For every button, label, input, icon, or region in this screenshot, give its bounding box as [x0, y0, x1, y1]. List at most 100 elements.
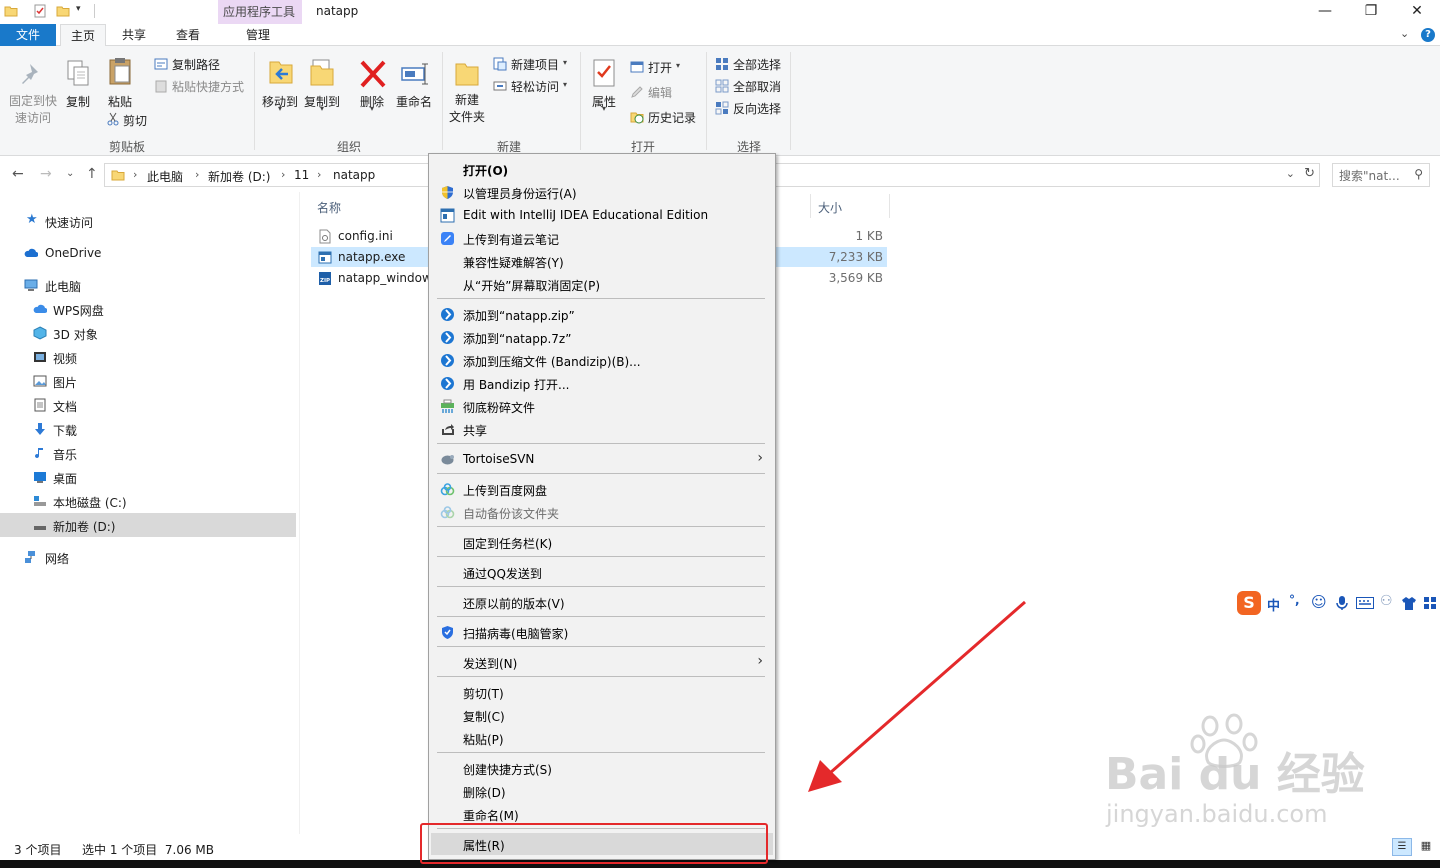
pane-splitter[interactable] [299, 192, 300, 834]
nav-item-label: 网络 [45, 552, 70, 566]
column-divider[interactable] [810, 194, 811, 218]
cube-icon [33, 326, 47, 340]
forward-arrow-icon[interactable]: → [40, 166, 52, 182]
menu-item-share[interactable]: 共享 [431, 418, 773, 440]
menu-item-open-bandizip[interactable]: 用 Bandizip 打开... [431, 372, 773, 394]
menu-item-upload-youdao[interactable]: 上传到有道云笔记 [431, 227, 773, 249]
nav-item-downloads[interactable]: 下载 [0, 417, 296, 441]
menu-item-add-archive-bandizip[interactable]: 添加到压缩文件 (Bandizip)(B)... [431, 349, 773, 371]
maximize-button[interactable]: ❐ [1348, 0, 1394, 24]
column-header-size[interactable]: 大小 [818, 199, 842, 216]
nav-item-music[interactable]: 音乐 [0, 441, 296, 465]
menu-item-send-qq[interactable]: 通过QQ发送到 [431, 561, 773, 583]
tools-grid-icon[interactable] [1423, 596, 1437, 610]
breadcrumb-separator-icon[interactable]: › [317, 168, 321, 181]
tab-home[interactable]: 主页 [60, 24, 106, 47]
star-icon: ★ [26, 212, 38, 227]
up-arrow-icon[interactable]: ↑ [86, 166, 98, 182]
nav-item-drive-c[interactable]: 本地磁盘 (C:) [0, 489, 296, 513]
recent-locations-icon[interactable]: ⌄ [66, 168, 74, 179]
nav-item-drive-d[interactable]: 新加卷 (D:) [0, 513, 296, 537]
help-icon[interactable]: ? [1421, 28, 1435, 42]
intellij-icon [440, 208, 455, 223]
minimize-button[interactable]: — [1302, 0, 1348, 24]
menu-item-auto-backup[interactable]: 自动备份该文件夹 [431, 501, 773, 523]
nav-item-onedrive[interactable]: OneDrive [0, 241, 296, 265]
quick-access-dropdown-icon[interactable]: ▾ [76, 4, 81, 14]
submenu-arrow-icon: › [757, 653, 763, 669]
breadcrumb-separator-icon[interactable]: › [195, 168, 199, 181]
menu-item-delete[interactable]: 删除(D) [431, 780, 773, 802]
menu-item-scan-virus[interactable]: 扫描病毒(电脑管家) [431, 621, 773, 643]
close-button[interactable]: ✕ [1394, 0, 1440, 24]
nav-item-quick-access[interactable]: ★ 快速访问 [0, 209, 296, 233]
tab-share[interactable]: 共享 [110, 24, 158, 46]
breadcrumb-drive-d[interactable]: 新加卷 (D:) [208, 168, 270, 185]
new-folder-icon[interactable] [56, 4, 70, 18]
address-history-dropdown-icon[interactable]: ⌄ [1286, 167, 1295, 180]
ime-mode-toggle[interactable]: 中 [1267, 595, 1280, 614]
column-divider[interactable] [889, 194, 890, 218]
search-input[interactable]: 搜索"nat... ⚲ [1332, 163, 1430, 187]
keyboard-icon[interactable] [1356, 597, 1374, 609]
menu-item-paste[interactable]: 粘贴(P) [431, 727, 773, 749]
sogou-logo-icon[interactable]: S [1237, 591, 1261, 615]
svg-text:ZIP: ZIP [320, 278, 330, 284]
menu-item-restore-versions[interactable]: 还原以前的版本(V) [431, 591, 773, 613]
drive-icon [34, 526, 46, 530]
menu-item-tortoisesvn[interactable]: TortoiseSVN › [431, 448, 773, 470]
move-to-icon [269, 61, 293, 84]
menu-item-label: 复制(C) [463, 710, 505, 724]
menu-item-pin-taskbar[interactable]: 固定到任务栏(K) [431, 531, 773, 553]
tab-manage[interactable]: 管理 [230, 24, 286, 46]
nav-item-this-pc[interactable]: 此电脑 [0, 273, 296, 297]
refresh-icon[interactable]: ↻ [1304, 166, 1315, 181]
nav-item-network[interactable]: 网络 [0, 545, 296, 569]
menu-item-copy[interactable]: 复制(C) [431, 704, 773, 726]
tab-view[interactable]: 查看 [164, 24, 212, 46]
menu-item-upload-baidu[interactable]: 上传到百度网盘 [431, 478, 773, 500]
baidu-cloud-icon [440, 483, 455, 496]
nav-item-3d-objects[interactable]: 3D 对象 [0, 321, 296, 345]
column-header-name[interactable]: 名称 [317, 199, 341, 216]
nav-item-desktop[interactable]: 桌面 [0, 465, 296, 489]
tab-file[interactable]: 文件 [0, 24, 56, 46]
breadcrumb-separator-icon[interactable]: › [133, 168, 137, 181]
nav-item-pictures[interactable]: 图片 [0, 369, 296, 393]
menu-item-rename[interactable]: 重命名(M) [431, 803, 773, 825]
breadcrumb-this-pc[interactable]: 此电脑 [147, 168, 183, 185]
menu-item-open[interactable]: 打开(O) [431, 158, 773, 180]
menu-item-add-7z[interactable]: 添加到“natapp.7z” [431, 326, 773, 348]
menu-item-edit-intellij[interactable]: Edit with IntelliJ IDEA Educational Edit… [431, 204, 773, 226]
emoji-icon[interactable]: ☺ [1311, 593, 1327, 611]
menu-item-unpin-start[interactable]: 从“开始”屏幕取消固定(P) [431, 273, 773, 295]
users-icon[interactable]: ⚇ [1380, 593, 1393, 609]
back-arrow-icon[interactable]: ← [12, 166, 24, 182]
properties-check-icon[interactable] [33, 4, 47, 18]
skin-shirt-icon[interactable] [1401, 595, 1417, 611]
menu-item-create-shortcut[interactable]: 创建快捷方式(S) [431, 757, 773, 779]
nav-item-wps-cloud[interactable]: WPS网盘 [0, 297, 296, 321]
menu-item-send-to[interactable]: 发送到(N) › [431, 651, 773, 673]
menu-item-compat-troubleshoot[interactable]: 兼容性疑难解答(Y) [431, 250, 773, 272]
menu-item-cut[interactable]: 剪切(T) [431, 681, 773, 703]
delete-dropdown-icon: ▾ [370, 104, 375, 113]
breadcrumb-separator-icon[interactable]: › [281, 168, 285, 181]
ime-punctuation-toggle[interactable]: °, [1289, 593, 1300, 607]
menu-item-add-zip[interactable]: 添加到“natapp.zip” [431, 303, 773, 325]
details-view-icon[interactable]: ☰ [1392, 838, 1412, 856]
folder-icon[interactable] [4, 4, 18, 18]
menu-item-run-as-admin[interactable]: 以管理员身份运行(A) [431, 181, 773, 203]
properties-icon [593, 59, 615, 87]
nav-item-documents[interactable]: 文档 [0, 393, 296, 417]
microphone-icon[interactable] [1335, 595, 1349, 611]
menu-item-label: 打开(O) [463, 164, 509, 178]
paste-icon [109, 58, 131, 85]
breadcrumb-folder-11[interactable]: 11 [294, 168, 309, 182]
breadcrumb-natapp[interactable]: natapp [333, 168, 375, 182]
menu-item-shred-file[interactable]: 彻底粉碎文件 [431, 395, 773, 417]
ribbon-expand-icon[interactable]: ⌄ [1400, 27, 1409, 40]
large-icons-view-icon[interactable]: ▦ [1416, 838, 1436, 856]
tencent-shield-icon [442, 626, 453, 639]
nav-item-videos[interactable]: 视频 [0, 345, 296, 369]
